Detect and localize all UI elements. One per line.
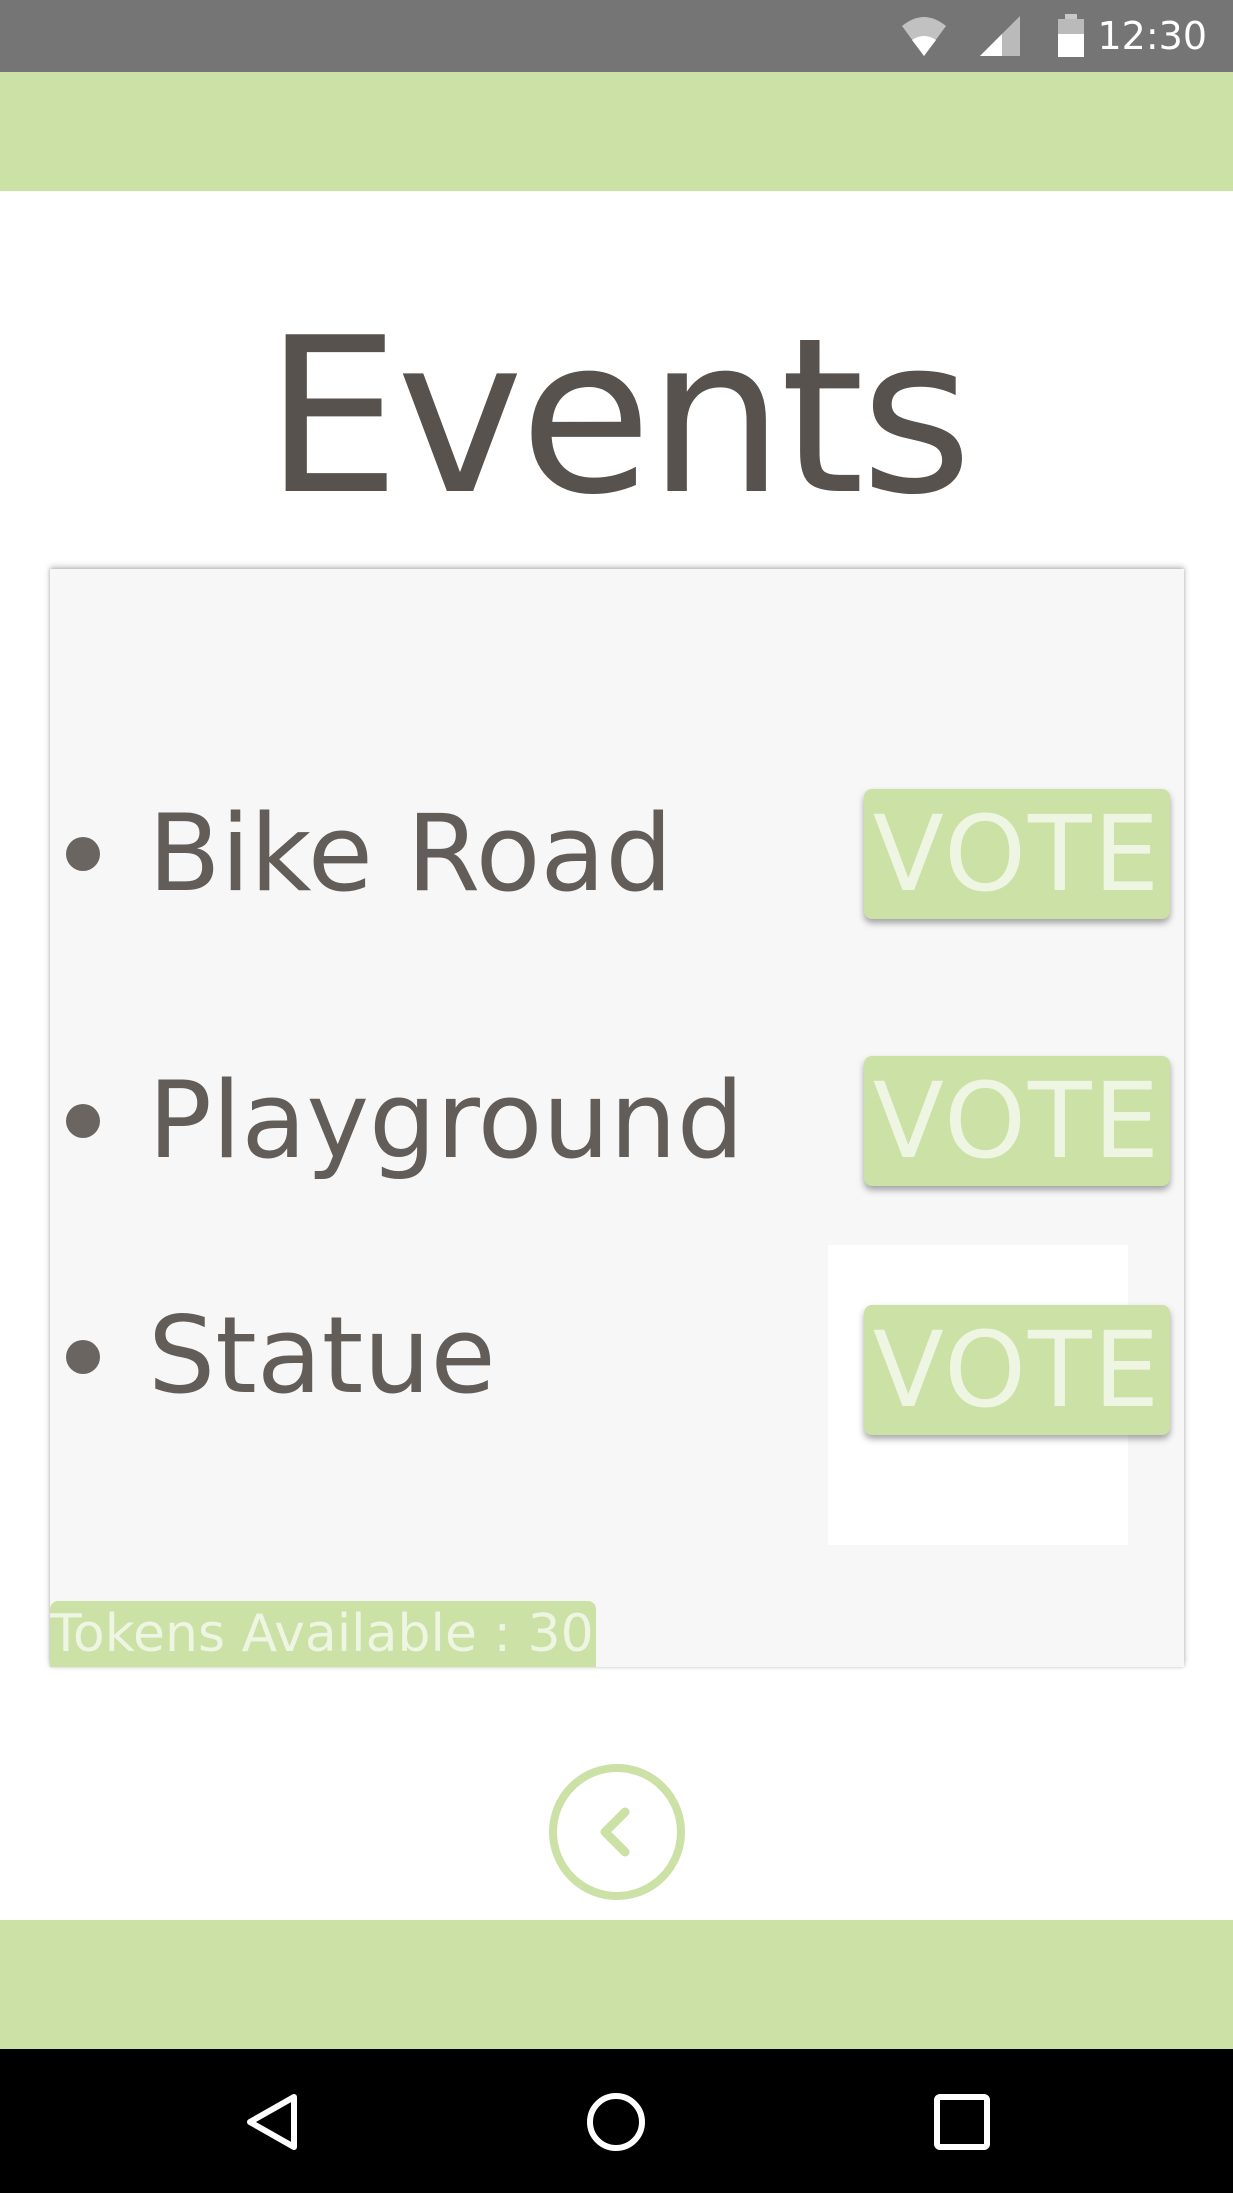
page-title: Events: [264, 291, 973, 542]
home-circle-icon[interactable]: [581, 2087, 651, 2157]
event-item-statue: Statue VOTE: [50, 1294, 1184, 1435]
navigation-bar: [0, 2049, 1233, 2193]
cell-signal-icon: [978, 14, 1022, 62]
wifi-icon: [900, 14, 948, 62]
event-item-playground: Playground VOTE: [50, 1056, 1184, 1186]
bullet-icon: [66, 837, 100, 871]
battery-icon: [1056, 14, 1086, 62]
vote-button-statue[interactable]: VOTE: [864, 1305, 1170, 1435]
vote-button-playground[interactable]: VOTE: [864, 1056, 1170, 1186]
event-name: Playground: [148, 1059, 745, 1182]
events-panel: Bike Road VOTE Playground VOTE Statue VO…: [50, 569, 1184, 1667]
event-name: Statue: [148, 1294, 496, 1417]
bottom-banner: [0, 1920, 1233, 2049]
event-item-bike-road: Bike Road VOTE: [50, 789, 1184, 919]
event-name: Bike Road: [148, 792, 673, 915]
back-button[interactable]: [549, 1764, 685, 1900]
bullet-icon: [66, 1340, 100, 1374]
bullet-icon: [66, 1104, 100, 1138]
vote-button-bike-road[interactable]: VOTE: [864, 789, 1170, 919]
status-bar: 12:30: [0, 0, 1233, 72]
back-triangle-icon[interactable]: [240, 2087, 310, 2157]
tokens-available-label: Tokens Available : 30: [50, 1601, 596, 1667]
chevron-left-icon: [600, 1807, 630, 1857]
status-time: 12:30: [1097, 14, 1207, 58]
top-banner: [0, 72, 1233, 191]
recents-square-icon[interactable]: [927, 2087, 997, 2157]
